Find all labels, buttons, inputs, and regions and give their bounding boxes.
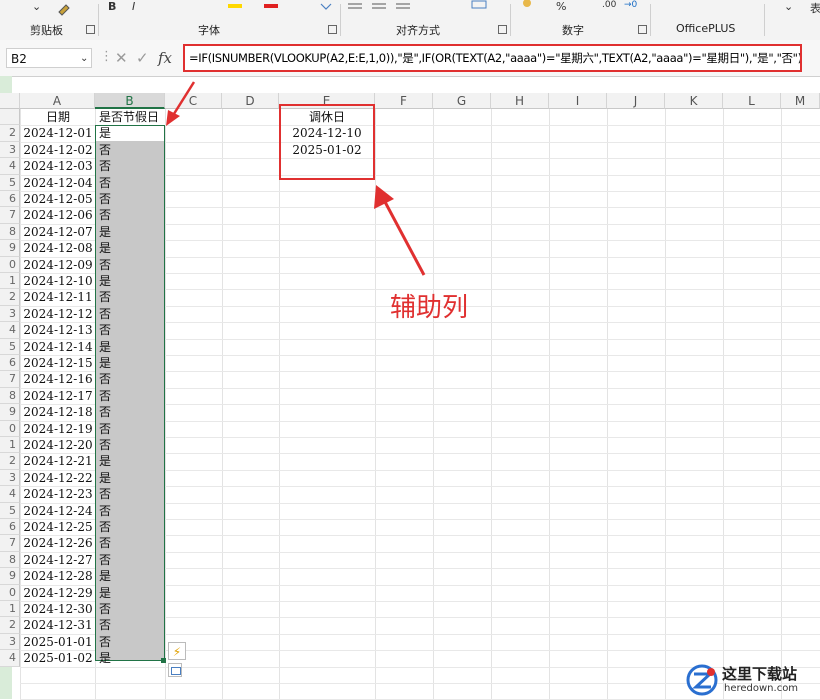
arrow-to-helper [374,185,426,276]
watermark-title: 这里下载站 [722,665,798,683]
watermark-logo-icon [686,664,718,696]
arrow-to-column-b [166,81,196,126]
annotation-arrows [166,81,426,276]
annotation-helper-column: 辅助列 [390,293,469,323]
paste-options-icon[interactable] [168,663,182,677]
watermark-sub: heredown.com [724,683,799,694]
watermark: 这里下载站 heredown.com [686,662,820,699]
flash-fill-icon[interactable]: ⚡ [168,642,186,660]
